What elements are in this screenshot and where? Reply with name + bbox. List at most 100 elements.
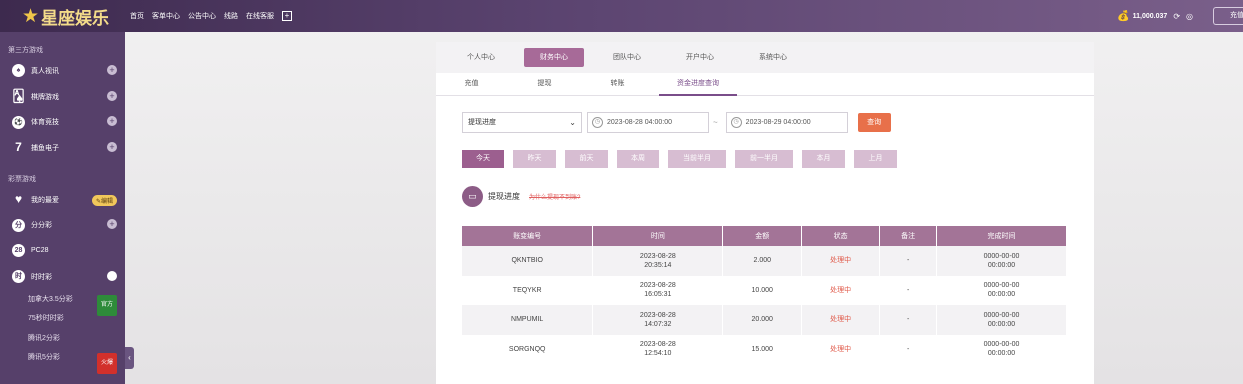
sidebar-item-favorites[interactable]: ♥ 我的最爱 ✎编辑 (0, 187, 125, 213)
tab-withdraw[interactable]: 提现 (513, 73, 576, 96)
nav-routes[interactable]: 线路 (224, 11, 238, 21)
card-icon: ▭ (462, 186, 483, 207)
cell-amount: 10.000 (722, 275, 803, 305)
expand-icon[interactable]: + (107, 65, 117, 75)
nav-announcements[interactable]: 公告中心 (188, 11, 216, 21)
range-this-week[interactable]: 本周 (617, 150, 659, 168)
cell-done-clock: 00:00:00 (987, 291, 1016, 299)
query-button[interactable]: 查询 (857, 113, 891, 132)
range-yesterday[interactable]: 昨天 (513, 150, 556, 168)
cell-time: 2023-08-28 14:07:32 (592, 305, 724, 335)
type-select[interactable]: 提现进度 ⌄ (462, 112, 582, 133)
range-previous-half-month[interactable]: 前一半月 (735, 150, 793, 168)
cell-note: - (879, 275, 938, 305)
cell-amount: 20.000 (722, 305, 803, 335)
tab-finance-center[interactable]: 财务中心 (524, 48, 584, 67)
cell-time: 2023-08-28 12:54:10 (592, 334, 724, 364)
range-this-month[interactable]: 本月 (802, 150, 845, 168)
expand-icon[interactable]: + (107, 142, 117, 153)
refresh-icon[interactable]: ⟳ (1173, 12, 1180, 21)
cell-time: 2023-08-28 16:05:31 (592, 275, 724, 305)
sidebar-item-fenfencai[interactable]: 分 分分彩 + (0, 212, 125, 238)
sidebar-item-label: 分分彩 (31, 222, 52, 230)
cell-time-clock: 12:54:10 (644, 350, 672, 358)
start-date-field[interactable]: ◷ 2023-08-28 04:00:00 (587, 112, 709, 133)
balance-amount: 11,000.037 (1132, 12, 1168, 20)
tab-account-opening[interactable]: 开户中心 (670, 48, 730, 67)
cards-icon: 🂡 (12, 89, 25, 104)
cell-done-clock: 00:00:00 (987, 350, 1016, 358)
cell-time-clock: 20:35:14 (644, 261, 672, 269)
range-day-before[interactable]: 前天 (565, 150, 608, 168)
help-link[interactable]: 为什么提现不到账? (529, 192, 580, 201)
tab-fund-progress[interactable]: 资金进度查询 (659, 73, 737, 96)
table-row[interactable]: SORGNQQ 2023-08-28 12:54:10 15.000 处理中 - … (462, 334, 1067, 364)
sidebar-item-card-games[interactable]: 🂡 棋牌游戏 + (0, 84, 125, 110)
end-date-field[interactable]: ◷ 2023-08-29 04:00:00 (725, 112, 848, 133)
sidebar-subitem-75s[interactable]: 75秒时时彩 (0, 309, 125, 329)
cell-done-clock: 00:00:00 (987, 261, 1016, 269)
sidebar-item-label: 捕鱼电子 (31, 144, 59, 152)
cell-id: TEQYKR (462, 275, 594, 305)
tab-system-center[interactable]: 系统中心 (743, 48, 803, 67)
cell-time-date: 2023-08-28 (639, 282, 676, 290)
tab-transfer[interactable]: 转账 (586, 73, 649, 96)
clock-icon: ◷ (730, 117, 742, 128)
recharge-button[interactable]: 充值 (1213, 7, 1243, 25)
cell-done-time: 0000-00-00 00:00:00 (936, 334, 1067, 364)
sidebar-item-live-casino[interactable]: ♠ 真人视讯 + (0, 58, 125, 84)
cell-done-clock: 00:00:00 (987, 320, 1016, 328)
edit-badge[interactable]: ✎编辑 (91, 194, 117, 206)
expand-icon[interactable]: + (107, 219, 117, 230)
cell-done-time: 0000-00-00 00:00:00 (936, 246, 1067, 276)
sidebar-subitem-label: 腾讯2分彩 (28, 334, 60, 342)
shi-icon: 时 (12, 270, 25, 284)
column-header: 账变编号 (462, 226, 594, 246)
cell-time-date: 2023-08-28 (639, 311, 676, 319)
table-row[interactable]: NMPUMIL 2023-08-28 14:07:32 20.000 处理中 - … (462, 305, 1067, 335)
sidebar-subitem-label: 腾讯5分彩 (28, 354, 60, 361)
withdraw-progress-table: 账变编号 时间 金额 状态 备注 完成时间 QKNTBIO 2023-08-28… (462, 226, 1067, 364)
soccer-icon: ⚽ (12, 115, 25, 129)
range-today[interactable]: 今天 (462, 150, 504, 168)
add-icon[interactable]: + (282, 11, 292, 21)
fen-icon: 分 (12, 218, 25, 232)
tab-team-center[interactable]: 团队中心 (597, 48, 657, 67)
table-row[interactable]: TEQYKR 2023-08-28 16:05:31 10.000 处理中 - 0… (462, 275, 1067, 305)
nav-online-service[interactable]: 在线客服 (246, 11, 274, 21)
range-last-month[interactable]: 上月 (854, 150, 897, 168)
heart-icon: ♥ (14, 192, 23, 207)
brand-logo[interactable]: ★ 星座娱乐 (22, 4, 122, 29)
column-header: 备注 (879, 226, 938, 246)
cell-id: SORGNQQ (462, 334, 594, 364)
sidebar-item-fishing[interactable]: 7 捕鱼电子 + (0, 135, 125, 161)
cell-status: 处理中 (801, 305, 881, 335)
sidebar-subitem-tencent2[interactable]: 腾讯2分彩 (0, 329, 125, 349)
sidebar-item-pc28[interactable]: 28 PC28 (0, 238, 125, 264)
sidebar-item-sports[interactable]: ⚽ 体育竞技 + (0, 109, 125, 135)
tab-deposit[interactable]: 充值 (440, 73, 503, 96)
cell-status: 处理中 (801, 334, 881, 364)
range-current-half-month[interactable]: 当前半月 (668, 150, 726, 168)
account-area: 💰 11,000.037 ⟳ ◎ 充值 (1117, 0, 1243, 32)
sidebar-item-label: 真人视讯 (31, 67, 59, 75)
nav-customer-center[interactable]: 客单中心 (152, 11, 180, 21)
column-header: 时间 (592, 226, 724, 246)
sidebar-subitem-canada35[interactable]: 加拿大3.5分彩 官方 (0, 290, 125, 316)
table-header-row: 账变编号 时间 金额 状态 备注 完成时间 (462, 226, 1067, 246)
expand-icon[interactable]: + (107, 90, 117, 101)
section-header: ▭ 提现进度 为什么提现不到账? (462, 186, 580, 207)
tab-personal-center[interactable]: 个人中心 (451, 48, 511, 67)
sidebar-collapse-handle[interactable]: ‹ (125, 347, 134, 369)
table-row[interactable]: QKNTBIO 2023-08-28 20:35:14 2.000 处理中 - 0… (462, 246, 1067, 276)
sidebar-item-shishicai[interactable]: 时 时时彩 (0, 264, 125, 290)
hide-balance-icon[interactable]: ◎ (1186, 12, 1193, 21)
sidebar-subitem-tencent5[interactable]: 腾讯5分彩 火爆 (0, 348, 125, 374)
star-icon: ★ (22, 5, 40, 27)
expand-icon[interactable]: + (107, 116, 117, 127)
cell-id: QKNTBIO (462, 246, 594, 276)
pc28-icon: 28 (12, 244, 25, 258)
nav-home[interactable]: 首页 (130, 11, 144, 21)
collapse-toggle[interactable] (107, 270, 117, 281)
primary-tabs: 个人中心 财务中心 团队中心 开户中心 系统中心 (436, 42, 1094, 73)
